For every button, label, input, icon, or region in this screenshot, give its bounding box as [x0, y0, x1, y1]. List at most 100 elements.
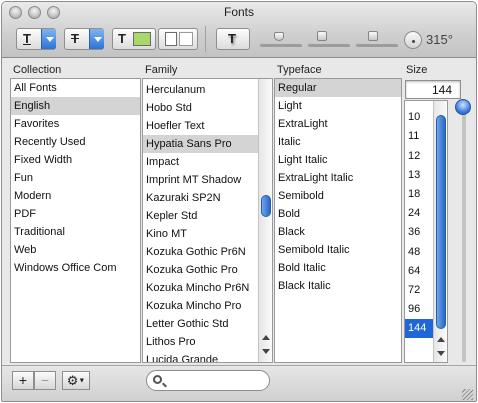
action-menu-button[interactable]: ⚙▼ — [62, 371, 90, 390]
document-color-button[interactable] — [158, 28, 198, 50]
remove-collection-button[interactable]: − — [34, 371, 56, 390]
typeface-item[interactable]: Black Italic — [275, 277, 401, 295]
size-item[interactable]: 12 — [405, 147, 435, 166]
fonts-window: Fonts T T T T 315° Collection Family Typ… — [1, 1, 477, 402]
shadow-opacity-slider[interactable] — [260, 44, 302, 47]
collection-item[interactable]: Modern — [11, 187, 140, 205]
family-item[interactable]: Herculanum — [143, 81, 259, 99]
text-shadow-button[interactable]: T — [216, 28, 250, 50]
collection-item[interactable]: Fixed Width — [11, 151, 140, 169]
underline-icon: T — [23, 31, 31, 46]
typeface-item[interactable]: ExtraLight — [275, 115, 401, 133]
text-color-swatch — [133, 32, 151, 46]
typeface-item[interactable]: Light Italic — [275, 151, 401, 169]
family-scrollbar[interactable] — [258, 79, 272, 362]
family-item[interactable]: Kepler Std — [143, 207, 259, 225]
size-item[interactable]: 96 — [405, 300, 435, 319]
title-bar: Fonts T T T T 315° — [2, 2, 476, 58]
shadow-opacity-knob[interactable] — [274, 32, 284, 41]
size-item[interactable]: 11 — [405, 127, 435, 146]
add-collection-button[interactable]: + — [12, 371, 34, 390]
size-scrollbar[interactable] — [433, 101, 447, 362]
family-item[interactable]: Lucida Grande — [143, 351, 259, 362]
size-item[interactable]: 10 — [405, 108, 435, 127]
scroll-up-arrow-icon[interactable] — [437, 337, 445, 342]
size-list-container: 91011121318243648647296144 — [404, 100, 448, 363]
shadow-offset-knob[interactable] — [368, 31, 378, 41]
gear-icon: ⚙ — [66, 373, 79, 388]
scroll-down-arrow-icon[interactable] — [437, 351, 445, 356]
collection-item[interactable]: All Fonts — [11, 79, 140, 97]
family-item[interactable]: Kino MT — [143, 225, 259, 243]
chevron-down-icon — [41, 29, 56, 49]
shadow-blur-slider[interactable] — [308, 44, 350, 47]
search-input[interactable] — [146, 370, 270, 391]
collection-item[interactable]: PDF — [11, 205, 140, 223]
size-scroll-thumb[interactable] — [436, 115, 446, 329]
size-item[interactable]: 9 — [405, 101, 435, 108]
family-list-container: Herculanum Hobo Std Hoefler Text Hypatia Sa… — [142, 78, 273, 363]
size-item[interactable]: 48 — [405, 243, 435, 262]
typeface-item[interactable]: Semibold — [275, 187, 401, 205]
shadow-angle-dial[interactable] — [404, 31, 422, 49]
bottom-bar: + − ⚙▼ — [2, 365, 476, 401]
typeface-item[interactable]: Light — [275, 97, 401, 115]
family-item[interactable]: Kozuka Mincho Pro — [143, 297, 259, 315]
size-item[interactable]: 18 — [405, 185, 435, 204]
size-item[interactable]: 24 — [405, 204, 435, 223]
size-item[interactable]: 64 — [405, 262, 435, 281]
typeface-item[interactable]: ExtraLight Italic — [275, 169, 401, 187]
collection-item[interactable]: English — [11, 97, 140, 115]
typeface-item[interactable]: Italic — [275, 133, 401, 151]
size-slider-track[interactable] — [462, 108, 466, 362]
scroll-up-arrow-icon[interactable] — [262, 335, 270, 340]
typeface-item[interactable]: Bold — [275, 205, 401, 223]
family-scroll-thumb[interactable] — [261, 195, 271, 217]
family-item[interactable]: Hobo Std — [143, 99, 259, 117]
family-item[interactable]: Impact — [143, 153, 259, 171]
typeface-list[interactable]: Regular Light ExtraLight Italic Light Italic… — [274, 78, 402, 363]
text-underline-dropdown[interactable]: T — [16, 28, 56, 50]
typeface-item[interactable]: Black — [275, 223, 401, 241]
size-header: Size — [406, 64, 428, 76]
collection-item[interactable]: Web — [11, 241, 140, 259]
collection-list[interactable]: All Fonts English Favorites Recently Used Fi… — [10, 78, 141, 363]
chevron-down-icon: ▼ — [78, 377, 86, 385]
collection-header: Collection — [13, 64, 62, 76]
size-slider-knob[interactable] — [455, 99, 471, 115]
size-input[interactable]: 144 — [405, 80, 461, 99]
family-item[interactable]: Kazuraki SP2N — [143, 189, 259, 207]
collection-item[interactable]: Windows Office Com — [11, 259, 140, 277]
typeface-item[interactable]: Semibold Italic — [275, 241, 401, 259]
typeface-header: Typeface — [277, 64, 322, 76]
shadow-angle-value: 315° — [426, 32, 453, 47]
collection-item[interactable]: Recently Used — [11, 133, 140, 151]
family-item[interactable]: Kozuka Gothic Pr6N — [143, 243, 259, 261]
size-item[interactable]: 36 — [405, 223, 435, 242]
family-item[interactable]: Kozuka Mincho Pr6N — [143, 279, 259, 297]
family-item[interactable]: Lithos Pro — [143, 333, 259, 351]
size-item[interactable]: 72 — [405, 281, 435, 300]
family-item[interactable]: Hoefler Text — [143, 117, 259, 135]
family-list[interactable]: Herculanum Hobo Std Hoefler Text Hypatia Sa… — [143, 81, 259, 362]
collection-item[interactable]: Favorites — [11, 115, 140, 133]
size-item[interactable]: 13 — [405, 166, 435, 185]
document-color-swatch — [179, 32, 193, 46]
size-list[interactable]: 91011121318243648647296144 — [405, 101, 435, 339]
resize-grip[interactable] — [462, 389, 473, 400]
family-item[interactable]: Kozuka Gothic Pro — [143, 261, 259, 279]
collection-item[interactable]: Traditional — [11, 223, 140, 241]
collection-item[interactable]: Fun — [11, 169, 140, 187]
shadow-offset-slider[interactable] — [356, 44, 398, 47]
shadow-blur-knob[interactable] — [317, 31, 327, 41]
text-color-button[interactable]: T — [112, 28, 156, 50]
text-strikethrough-dropdown[interactable]: T — [64, 28, 104, 50]
text-color-icon: T — [118, 31, 126, 46]
typeface-item[interactable]: Regular — [275, 79, 401, 97]
family-item[interactable]: Imprint MT Shadow — [143, 171, 259, 189]
family-item[interactable]: Letter Gothic Std — [143, 315, 259, 333]
scroll-down-arrow-icon[interactable] — [262, 349, 270, 354]
family-item[interactable]: Hypatia Sans Pro — [143, 135, 259, 153]
typeface-item[interactable]: Bold Italic — [275, 259, 401, 277]
size-item[interactable]: 144 — [405, 319, 435, 339]
